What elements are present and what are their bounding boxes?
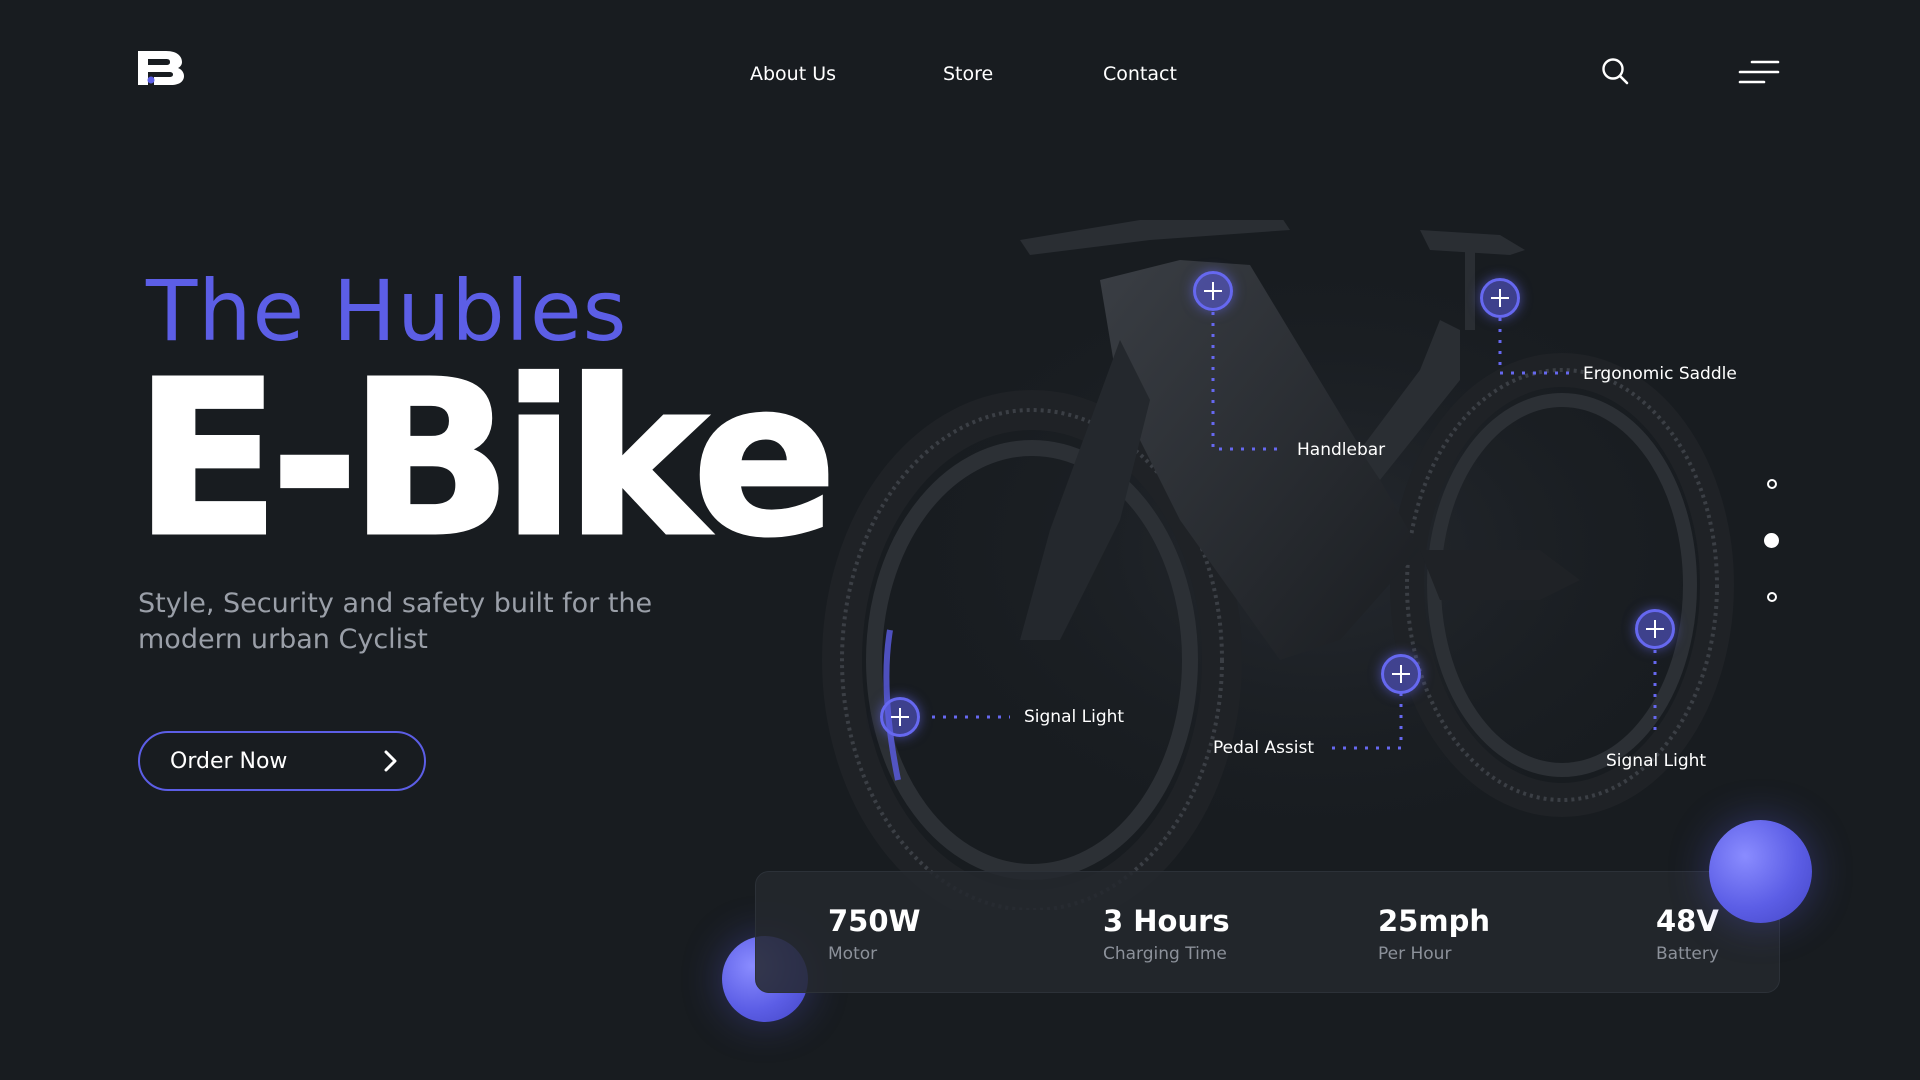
spec-speed: 25mph Per Hour	[1378, 904, 1490, 964]
plus-icon	[1491, 289, 1509, 307]
spec-value: 750W	[828, 904, 921, 938]
plus-icon	[1392, 665, 1410, 683]
spec-label: Battery	[1656, 944, 1719, 964]
slider-dot-2-active[interactable]	[1764, 533, 1779, 548]
bike-illustration	[822, 220, 1790, 910]
hotspot-handlebar[interactable]	[1193, 271, 1233, 311]
callout-signal-light-front: Signal Light	[1024, 707, 1125, 727]
plus-icon	[891, 708, 909, 726]
menu-icon[interactable]	[1738, 58, 1780, 86]
nav-about-us[interactable]: About Us	[750, 63, 836, 85]
hotspot-signal-light-front[interactable]	[880, 697, 920, 737]
spec-value: 3 Hours	[1103, 904, 1230, 938]
slider-dot-3[interactable]	[1767, 592, 1777, 602]
hotspot-signal-light-rear[interactable]	[1635, 609, 1675, 649]
plus-icon	[1646, 620, 1664, 638]
spec-value: 25mph	[1378, 904, 1490, 938]
hero-title: E-Bike	[132, 335, 838, 584]
brand-logo[interactable]	[138, 51, 184, 85]
search-icon[interactable]	[1600, 56, 1630, 86]
spec-label: Motor	[828, 944, 878, 964]
callout-signal-light-rear: Signal Light	[1606, 751, 1707, 771]
nav-store[interactable]: Store	[943, 63, 993, 85]
spec-label: Charging Time	[1103, 944, 1227, 964]
plus-icon	[1204, 282, 1222, 300]
chevron-right-icon	[384, 750, 397, 772]
order-now-button[interactable]: Order Now	[138, 731, 426, 791]
spec-value: 48V	[1656, 904, 1719, 938]
callout-handlebar: Handlebar	[1297, 440, 1386, 460]
slider-dot-1[interactable]	[1767, 479, 1777, 489]
callout-pedal-assist: Pedal Assist	[1213, 738, 1315, 758]
spec-charging-time: 3 Hours Charging Time	[1103, 904, 1230, 964]
hotspot-pedal-assist[interactable]	[1381, 654, 1421, 694]
bike-image	[820, 220, 1800, 910]
nav-contact[interactable]: Contact	[1103, 63, 1177, 85]
order-now-label: Order Now	[170, 748, 288, 774]
spec-motor: 750W Motor	[828, 904, 921, 964]
decorative-sphere-right	[1709, 820, 1812, 923]
spec-label: Per Hour	[1378, 944, 1452, 964]
callout-ergonomic-saddle: Ergonomic Saddle	[1583, 364, 1737, 384]
spec-battery: 48V Battery	[1656, 904, 1719, 964]
spec-bar: 750W Motor 3 Hours Charging Time 25mph P…	[755, 871, 1780, 993]
hero-description: Style, Security and safety built for the…	[138, 588, 653, 655]
hotspot-ergonomic-saddle[interactable]	[1480, 278, 1520, 318]
